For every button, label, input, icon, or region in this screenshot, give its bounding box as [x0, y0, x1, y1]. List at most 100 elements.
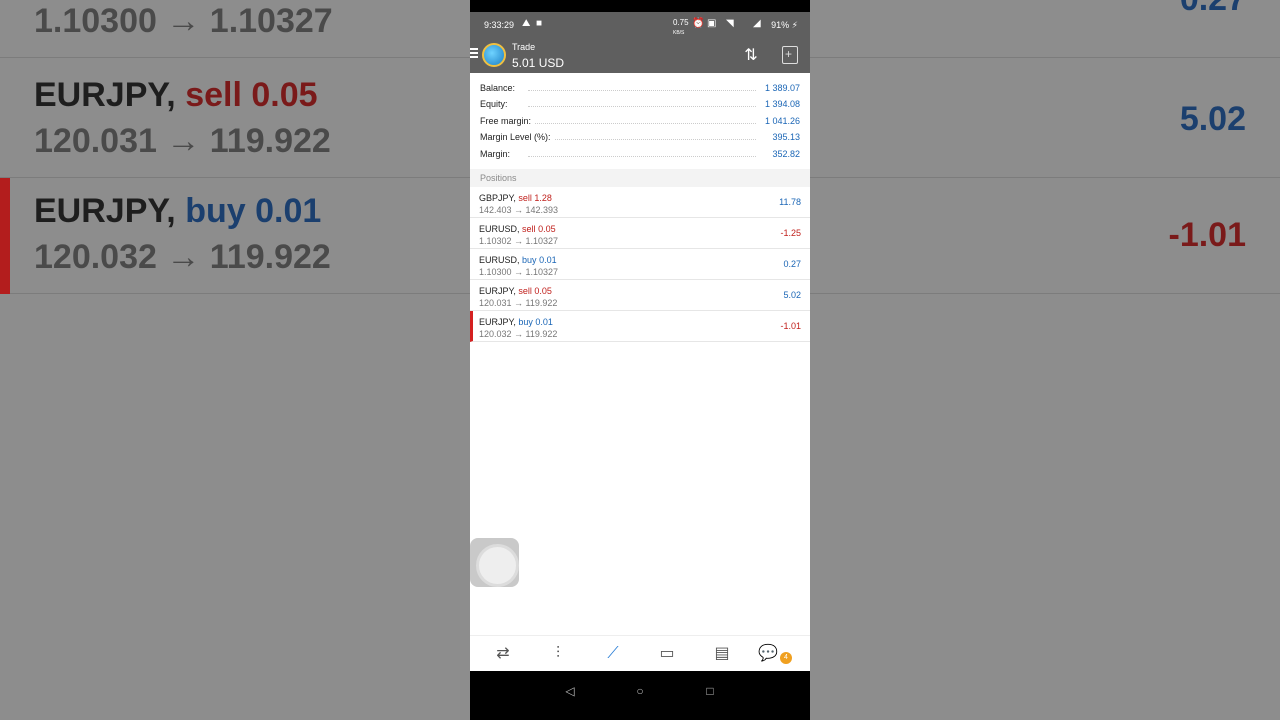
summary-dots — [528, 90, 756, 91]
position-symbol: EURJPY, — [479, 317, 516, 327]
position-side: sell — [518, 286, 532, 296]
network-speed-unit: KB/S — [673, 30, 685, 36]
summary-dots — [528, 106, 756, 108]
network-speed: 0.75 KB/S — [673, 18, 689, 36]
video-icon: ■ — [536, 18, 543, 29]
summary-row: Balance: 1 389.07 — [480, 81, 800, 97]
status-bar: 9:33:29 ⛰ ■ 0.75 KB/S ⏰ ▣ ◥ ◢ 91% ⚡ — [470, 0, 810, 38]
position-volume: 1.28 — [534, 193, 552, 203]
position-symbol: EURUSD, — [479, 224, 520, 234]
notification-icon: ⛰ — [522, 18, 531, 29]
position-symbol: EURUSD, — [479, 255, 520, 265]
background-profit: -1.01 — [1168, 216, 1247, 254]
signal-icon: ◢ — [753, 18, 761, 29]
background-selection-marker — [0, 178, 10, 294]
positions-list: GBPJPY, sell 1.28 142.403 → 142.393 11.78 E… — [470, 187, 810, 342]
position-prices: 1.10302 → 1.10327 — [479, 236, 559, 246]
status-time: 9:33:29 — [484, 20, 515, 30]
bottom-navigation: 💬 ▤ ▭ ⟋ ⫶ ⇄ 4 — [470, 635, 810, 671]
phone-screen: 9:33:29 ⛰ ■ 0.75 KB/S ⏰ ▣ ◥ ◢ 91% ⚡ Trade… — [470, 0, 810, 720]
position-side: sell — [518, 193, 532, 203]
position-side: buy — [518, 317, 533, 327]
background-symbol-name: EURJPY, — [34, 192, 176, 230]
position-title: EURUSD, buy 0.01 — [479, 255, 557, 265]
summary-dots — [528, 122, 756, 124]
summary-row: Free margin: 1 041.26 — [480, 114, 800, 130]
messages-icon[interactable]: 💬 — [756, 642, 780, 666]
summary-label: Equity: — [480, 99, 512, 110]
background-prices: 120.031 → 119.922 — [34, 122, 331, 160]
app-logo — [482, 43, 506, 67]
summary-dots — [528, 139, 756, 141]
position-row[interactable]: EURJPY, sell 0.05 120.031 → 119.922 5.02 — [470, 280, 810, 311]
position-row[interactable]: EURJPY, buy 0.01 120.032 → 119.922 -1.01 — [470, 311, 810, 342]
sort-icon[interactable]: ⇅ — [741, 46, 761, 66]
background-profit: 5.02 — [1179, 100, 1246, 138]
position-row[interactable]: GBPJPY, sell 1.28 142.403 → 142.393 11.78 — [470, 187, 810, 218]
news-icon[interactable]: ▤ — [710, 642, 734, 666]
history-icon[interactable]: ▭ — [655, 642, 679, 666]
position-volume: 0.01 — [535, 317, 553, 327]
position-profit: -1.01 — [780, 321, 801, 331]
summary-value: 395.13 — [768, 132, 800, 143]
position-title: EURUSD, sell 0.05 — [479, 224, 556, 234]
summary-label: Margin: — [480, 148, 515, 159]
trade-icon[interactable]: ⟋ — [601, 642, 625, 666]
quotes-icon[interactable]: ⇄ — [491, 642, 515, 666]
page-title: Trade — [512, 42, 536, 52]
position-row[interactable]: EURUSD, buy 0.01 1.10300 → 1.10327 0.27 — [470, 249, 810, 280]
position-title: EURJPY, sell 0.05 — [479, 286, 552, 296]
background-symbol-name: EURJPY, — [34, 76, 176, 114]
position-row[interactable]: EURUSD, sell 0.05 1.10302 → 1.10327 -1.25 — [470, 218, 810, 249]
background-side: buy — [185, 192, 246, 230]
back-icon[interactable]: ◁ — [562, 683, 578, 699]
position-symbol: EURJPY, — [479, 286, 516, 296]
assistive-touch-button[interactable] — [470, 538, 519, 587]
position-profit: 11.78 — [779, 197, 801, 207]
summary-value: 1 389.07 — [760, 83, 800, 93]
position-volume: 0.05 — [534, 286, 552, 296]
background-profit: 0.27 — [1180, 0, 1246, 19]
position-side: sell — [522, 224, 536, 234]
account-balance-subtitle: 5.01 USD — [512, 56, 565, 70]
position-volume: 0.05 — [538, 224, 556, 234]
position-prices: 120.031 → 119.922 — [479, 298, 558, 308]
background-prices: 120.032 → 119.922 — [34, 238, 331, 276]
screen: 1.10300 → 1.10327 0.27 EURJPY, sell 0.05 12… — [0, 0, 1280, 720]
account-summary: Balance: 1 389.07 Equity: 1 394.08 Free marg… — [470, 73, 810, 169]
position-profit: 0.27 — [783, 259, 801, 269]
summary-value: 1 394.08 — [760, 99, 800, 110]
summary-dots — [528, 155, 756, 157]
position-side: buy — [522, 255, 537, 265]
position-prices: 142.403 → 142.393 — [479, 205, 559, 215]
menu-icon[interactable] — [470, 48, 478, 60]
network-speed-value: 0.75 — [673, 18, 689, 27]
background-prices: 1.10300 → 1.10327 — [34, 2, 333, 40]
summary-label: Balance: — [480, 83, 520, 93]
position-prices: 120.032 → 119.922 — [479, 329, 558, 339]
new-order-icon[interactable] — [782, 46, 798, 64]
position-title: EURJPY, buy 0.01 — [479, 317, 553, 327]
background-volume: 0.05 — [251, 76, 318, 114]
background-symbol: EURJPY, buy 0.01 — [34, 192, 321, 231]
position-title: GBPJPY, sell 1.28 — [479, 193, 552, 203]
system-navigation-bar: ◁ ○ □ — [470, 671, 810, 720]
summary-label: Free margin: — [480, 115, 536, 126]
background-symbol: EURJPY, sell 0.05 — [34, 76, 318, 115]
home-icon[interactable]: ○ — [632, 683, 648, 699]
background-volume: 0.01 — [255, 192, 322, 230]
recents-icon[interactable]: □ — [702, 683, 718, 699]
position-profit: 5.02 — [783, 290, 801, 300]
summary-label: Margin Level (%): — [480, 132, 555, 143]
messages-badge: 4 — [780, 652, 792, 664]
position-symbol: GBPJPY, — [479, 193, 516, 203]
battery-level: 91% ⚡ — [771, 20, 798, 30]
alarm-icon: ⏰ — [692, 18, 705, 29]
app-bar: Trade 5.01 USD ⇅ — [470, 38, 810, 73]
position-profit: -1.25 — [780, 228, 801, 238]
chart-candles-icon[interactable]: ⫶ — [546, 642, 570, 666]
cast-icon: ▣ — [707, 18, 717, 29]
summary-row: Margin Level (%): 395.13 — [480, 130, 800, 146]
summary-value: 1 041.26 — [760, 115, 800, 126]
summary-row: Margin: 352.82 — [480, 147, 800, 163]
